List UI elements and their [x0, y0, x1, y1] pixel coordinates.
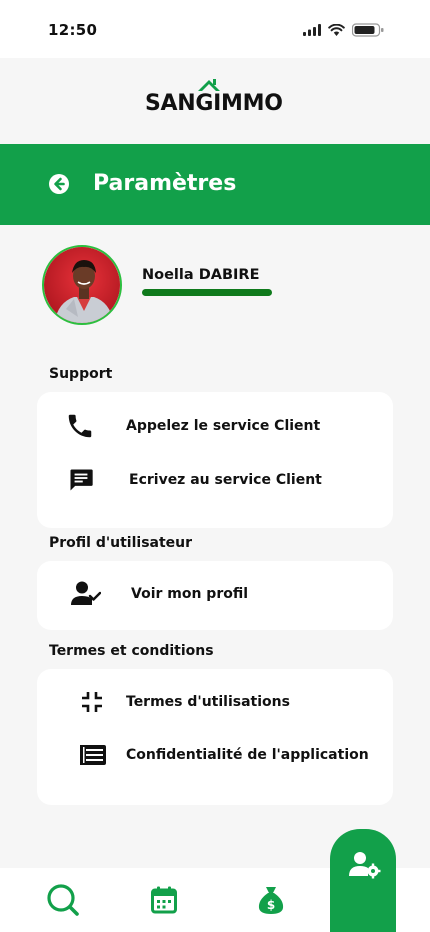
profile-completion-bar	[142, 289, 272, 296]
app-privacy-item[interactable]: Confidentialité de l'application	[37, 735, 393, 775]
section-label-user-profile: Profil d'utilisateur	[49, 535, 193, 551]
support-card: Appelez le service Client Ecrivez au ser…	[37, 392, 393, 528]
phone-icon	[65, 411, 95, 441]
terms-of-use-item[interactable]: Termes d'utilisations	[37, 682, 393, 722]
status-icons	[303, 23, 384, 37]
arrow-left-circle-icon	[49, 174, 69, 194]
logo-house-roof-icon	[198, 79, 220, 91]
profile-summary: Noella DABIRE	[42, 245, 402, 327]
battery-icon	[352, 23, 384, 37]
wifi-icon	[328, 24, 345, 36]
nav-calendar-button[interactable]	[146, 882, 182, 918]
svg-text:$: $	[267, 898, 275, 912]
logo-header: SANGIMMO	[0, 58, 430, 144]
signal-icon	[303, 24, 321, 36]
nav-finance-button[interactable]: $	[253, 882, 289, 918]
user-check-icon	[71, 579, 101, 609]
sangimmo-logo: SANGIMMO	[145, 79, 301, 120]
avatar[interactable]	[42, 245, 122, 325]
logo-text: SANGIMMO	[145, 91, 283, 116]
calendar-icon	[151, 886, 177, 914]
search-icon	[47, 884, 79, 916]
write-customer-service-label: Ecrivez au service Client	[129, 472, 322, 488]
write-customer-service-item[interactable]: Ecrivez au service Client	[37, 460, 393, 500]
back-button[interactable]	[48, 173, 70, 195]
user-name: Noella DABIRE	[142, 267, 260, 283]
user-settings-icon	[349, 852, 381, 879]
nav-settings-button[interactable]	[330, 829, 396, 932]
avatar-photo	[44, 247, 120, 323]
status-time: 12:50	[48, 21, 98, 39]
nav-search-button[interactable]	[45, 882, 81, 918]
message-icon	[66, 465, 96, 495]
user-profile-card: Voir mon profil	[37, 561, 393, 630]
money-bag-icon: $	[258, 887, 284, 914]
page-header: Paramètres	[0, 144, 430, 225]
call-customer-service-label: Appelez le service Client	[126, 418, 321, 434]
section-label-terms: Termes et conditions	[49, 643, 214, 659]
collapse-icon	[77, 687, 107, 717]
terms-card: Termes d'utilisations Confidentialité de…	[37, 669, 393, 805]
call-customer-service-item[interactable]: Appelez le service Client	[37, 406, 393, 446]
view-profile-item[interactable]: Voir mon profil	[37, 574, 393, 614]
status-bar: 12:50	[0, 0, 430, 58]
terms-of-use-label: Termes d'utilisations	[126, 694, 290, 710]
app-privacy-label: Confidentialité de l'application	[126, 747, 369, 763]
view-profile-label: Voir mon profil	[131, 586, 249, 602]
document-list-icon	[78, 740, 108, 770]
section-label-support: Support	[49, 366, 113, 382]
page-title: Paramètres	[93, 171, 237, 196]
